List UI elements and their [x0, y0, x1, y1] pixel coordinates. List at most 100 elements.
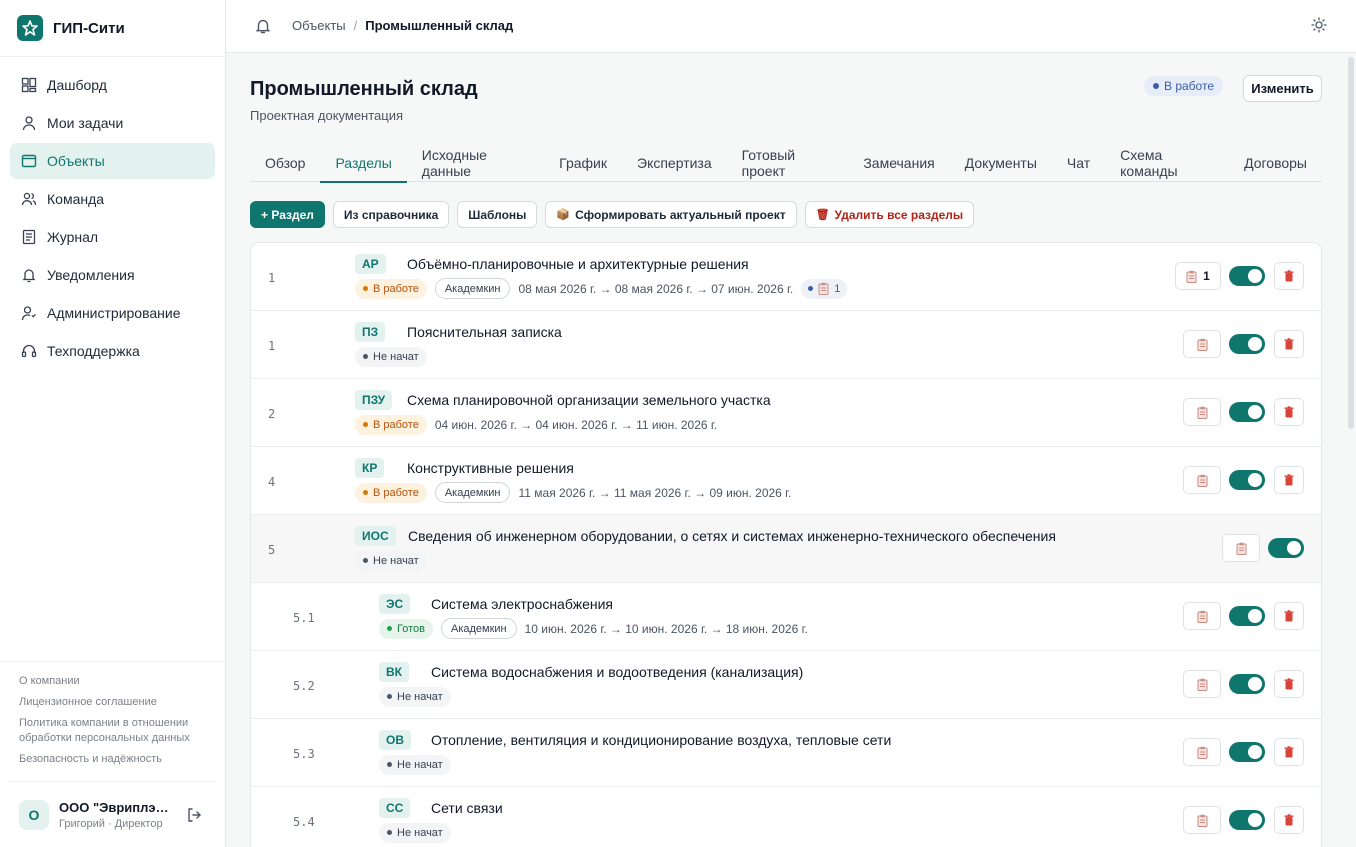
templates-button[interactable]: Шаблоны	[457, 201, 538, 228]
table-row[interactable]: 4 КР Конструктивные решения В работе Академк…	[251, 447, 1321, 515]
sidebar-item-admin[interactable]: Администрирование	[10, 295, 215, 331]
sidebar-item-users[interactable]: Команда	[10, 181, 215, 217]
tab-0[interactable]: Обзор	[250, 143, 320, 182]
delete-section-button[interactable]	[1274, 466, 1304, 494]
executor-chip[interactable]: Академкин	[434, 278, 511, 299]
section-title[interactable]: Сети связи	[431, 800, 503, 816]
table-row[interactable]: 5.3 ОВ Отопление, вентиляция и кондиционир…	[251, 719, 1321, 787]
executor-chip[interactable]: Академкин	[434, 482, 511, 503]
tab-6[interactable]: Замечания	[848, 143, 949, 182]
section-toggle[interactable]	[1229, 742, 1265, 762]
section-title[interactable]: Пояснительная записка	[407, 324, 562, 340]
status-badge: Не начат	[379, 686, 451, 707]
documents-button[interactable]	[1183, 670, 1221, 698]
sidebar-item-dashboard[interactable]: Дашборд	[10, 67, 215, 103]
section-title[interactable]: Система электроснабжения	[431, 596, 613, 612]
section-title[interactable]: Система водоснабжения и водоотведения (к…	[431, 664, 803, 680]
remarks-count[interactable]: 1	[801, 278, 848, 299]
section-title[interactable]: Объёмно-планировочные и архитектурные ре…	[407, 256, 749, 272]
section-toggle[interactable]	[1229, 470, 1265, 490]
table-row[interactable]: 2 ПЗУ Схема планировочной организации земе…	[251, 379, 1321, 447]
from-catalog-button[interactable]: Из справочника	[332, 201, 450, 228]
table-row[interactable]: 5.4 СС Сети связи Не начат	[251, 787, 1321, 847]
section-toggle[interactable]	[1229, 606, 1265, 626]
documents-button[interactable]	[1183, 398, 1221, 426]
delete-section-button[interactable]	[1274, 398, 1304, 426]
documents-button[interactable]: 1	[1175, 262, 1221, 290]
tab-1[interactable]: Разделы	[320, 143, 408, 183]
sidebar-item-folder[interactable]: Объекты	[10, 143, 215, 179]
executor-chip[interactable]: Академкин	[440, 618, 517, 639]
tab-2[interactable]: Исходные данные	[407, 143, 544, 182]
documents-button[interactable]	[1183, 466, 1221, 494]
clipboard-icon	[1197, 610, 1208, 623]
table-row[interactable]: 5.1 ЭС Система электроснабжения Готов Академ…	[251, 583, 1321, 651]
section-meta: В работе Академкин 11 мая 2026 г. → 11 мая…	[355, 482, 799, 503]
section-title[interactable]: Отопление, вентиляция и кондиционировани…	[431, 732, 891, 748]
scrollbar[interactable]	[1346, 53, 1356, 847]
scrollbar-thumb[interactable]	[1348, 57, 1354, 429]
logout-icon[interactable]	[185, 806, 203, 824]
documents-button[interactable]	[1222, 534, 1260, 562]
trash-icon	[1284, 270, 1294, 282]
section-title[interactable]: Сведения об инженерном оборудовании, о с…	[408, 528, 1056, 544]
date-range: 10 июн. 2026 г. → 10 июн. 2026 г. → 18 и…	[524, 621, 808, 636]
section-meta: В работе Академкин 08 мая 2026 г. → 08 мая…	[355, 278, 848, 299]
documents-button[interactable]	[1183, 806, 1221, 834]
delete-section-button[interactable]	[1274, 806, 1304, 834]
trash-icon: 🗑	[815, 209, 830, 221]
section-toggle[interactable]	[1229, 810, 1265, 830]
section-code: ИОС	[355, 526, 396, 546]
status-label: Не начат	[397, 690, 443, 703]
section-title[interactable]: Конструктивные решения	[407, 460, 574, 476]
add-section-button[interactable]: + Раздел	[250, 201, 325, 228]
documents-button[interactable]	[1183, 330, 1221, 358]
clipboard-icon	[1197, 814, 1208, 827]
footer-link[interactable]: Безопасность и надёжность	[19, 752, 204, 767]
status-label: Не начат	[397, 826, 443, 839]
delete-section-button[interactable]	[1274, 738, 1304, 766]
delete-section-button[interactable]	[1274, 602, 1304, 630]
table-row[interactable]: 1 АР Объёмно-планировочные и архитектурные…	[251, 243, 1321, 311]
documents-button[interactable]	[1183, 738, 1221, 766]
brand[interactable]: ГИП-Сити	[0, 0, 225, 57]
user-card[interactable]: О ООО "Эвриплэй... Григорий · Директор	[10, 781, 215, 847]
section-meta: Не начат	[379, 686, 459, 707]
sidebar-item-user[interactable]: Мои задачи	[10, 105, 215, 141]
tab-3[interactable]: График	[544, 143, 622, 182]
tab-9[interactable]: Схема команды	[1105, 143, 1229, 182]
sidebar-item-journal[interactable]: Журнал	[10, 219, 215, 255]
documents-button[interactable]	[1183, 602, 1221, 630]
footer-link[interactable]: О компании	[19, 674, 204, 689]
table-row[interactable]: 5.2 ВК Система водоснабжения и водоотведен…	[251, 651, 1321, 719]
status-badge: В работе	[355, 278, 427, 299]
delete-all-button[interactable]: 🗑 Удалить все разделы	[804, 201, 975, 228]
delete-section-button[interactable]	[1274, 670, 1304, 698]
section-toggle[interactable]	[1229, 266, 1265, 286]
tab-4[interactable]: Экспертиза	[622, 143, 727, 182]
tab-7[interactable]: Документы	[950, 143, 1052, 182]
section-toggle[interactable]	[1229, 334, 1265, 354]
section-number: 1	[268, 339, 276, 353]
section-toggle[interactable]	[1229, 674, 1265, 694]
tab-5[interactable]: Готовый проект	[727, 143, 849, 182]
section-title[interactable]: Схема планировочной организации земельно…	[407, 392, 771, 408]
section-toggle[interactable]	[1268, 538, 1304, 558]
section-toggle[interactable]	[1229, 402, 1265, 422]
sidebar-item-headset[interactable]: Техподдержка	[10, 333, 215, 369]
status-badge: Готов	[379, 618, 433, 639]
footer-link[interactable]: Лицензионное соглашение	[19, 695, 204, 710]
footer-link[interactable]: Политика компании в отношении обработки …	[19, 716, 204, 746]
sidebar-item-bell[interactable]: Уведомления	[10, 257, 215, 293]
tab-8[interactable]: Чат	[1052, 143, 1105, 182]
build-project-button[interactable]: 📦 Сформировать актуальный проект	[545, 201, 797, 228]
delete-section-button[interactable]	[1274, 262, 1304, 290]
table-row[interactable]: 1 ПЗ Пояснительная записка Не начат	[251, 311, 1321, 379]
table-row[interactable]: 5 ИОС Сведения об инженерном оборудовании,…	[251, 515, 1321, 583]
tab-10[interactable]: Договоры	[1229, 143, 1322, 182]
sun-icon[interactable]	[1311, 17, 1327, 36]
delete-section-button[interactable]	[1274, 330, 1304, 358]
breadcrumb-objects[interactable]: Объекты	[292, 18, 346, 33]
edit-button[interactable]: Изменить	[1243, 75, 1322, 102]
bell-icon[interactable]	[254, 17, 272, 38]
